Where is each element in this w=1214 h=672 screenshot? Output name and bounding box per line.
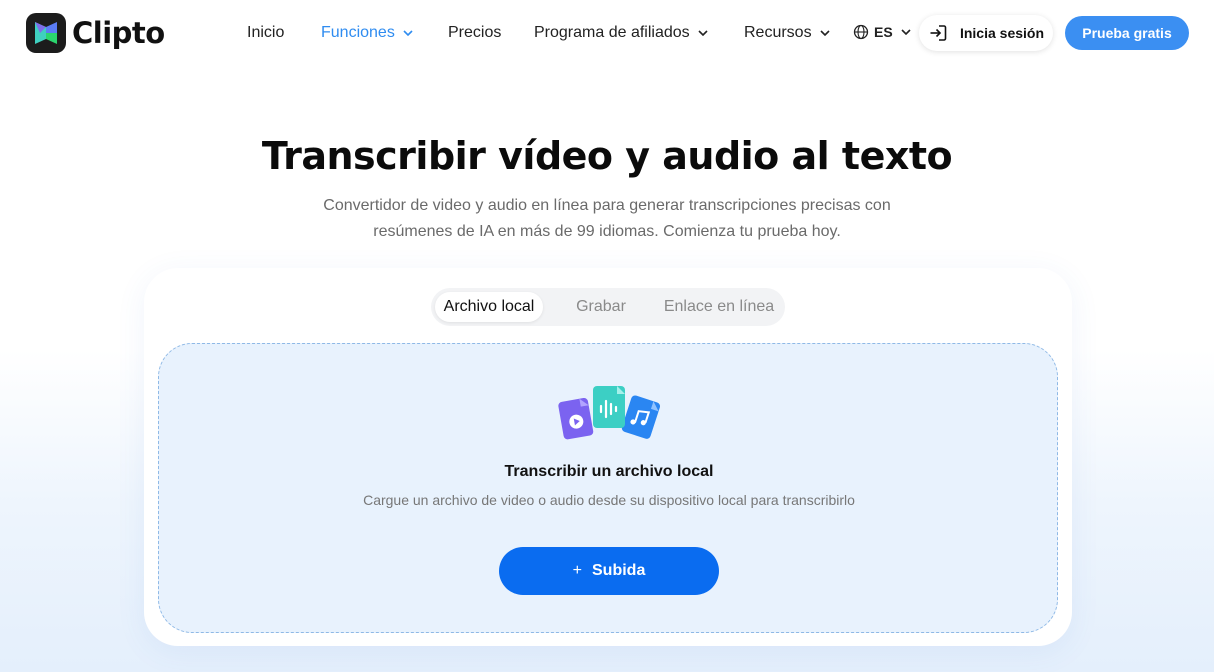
upload-label: Subida	[592, 562, 646, 579]
nav-item-label: Programa de afiliados	[534, 24, 690, 41]
logo[interactable]: Clipto	[26, 13, 165, 53]
page-subtitle: Convertidor de video y audio en línea pa…	[307, 193, 907, 245]
free-trial-label: Prueba gratis	[1082, 25, 1172, 41]
video-file-icon	[558, 397, 594, 440]
source-tabs: Archivo local Grabar Enlace en línea	[431, 288, 785, 326]
dropzone-title: Transcribir un archivo local	[504, 463, 714, 480]
globe-icon	[853, 24, 869, 40]
chevron-down-icon	[820, 30, 830, 36]
language-code: ES	[874, 24, 893, 40]
tab-archivo-local[interactable]: Archivo local	[435, 292, 543, 322]
nav-item-inicio[interactable]: Inicio	[247, 24, 284, 42]
chevron-down-icon	[901, 29, 911, 35]
logo-mark-icon	[26, 13, 66, 53]
chevron-down-icon	[698, 30, 708, 36]
chevron-down-icon	[403, 30, 413, 36]
language-selector[interactable]: ES	[853, 24, 911, 40]
nav-item-afiliados[interactable]: Programa de afiliados	[534, 24, 708, 42]
upload-button[interactable]: + Subida	[499, 547, 719, 595]
tab-grabar[interactable]: Grabar	[561, 292, 641, 322]
nav-item-label: Recursos	[744, 24, 812, 41]
login-button[interactable]: Inicia sesión	[919, 15, 1053, 51]
transcribe-card: Archivo local Grabar Enlace en línea Tra…	[144, 268, 1072, 646]
file-dropzone[interactable]: Transcribir un archivo local Cargue un a…	[158, 343, 1058, 633]
free-trial-button[interactable]: Prueba gratis	[1065, 16, 1189, 50]
nav-item-label: Funciones	[321, 24, 395, 41]
top-navigation: Clipto Inicio Funciones Precios Programa…	[0, 0, 1214, 66]
media-files-illustration	[558, 386, 660, 440]
subtitle-line: resúmenes de IA en más de 99 idiomas. Co…	[373, 223, 841, 240]
nav-item-funciones[interactable]: Funciones	[321, 24, 413, 42]
page-title: Transcribir vídeo y audio al texto	[261, 134, 953, 178]
login-icon	[930, 25, 947, 41]
audio-file-icon	[593, 386, 625, 428]
subtitle-line: Convertidor de video y audio en línea pa…	[323, 197, 891, 214]
dropzone-description: Cargue un archivo de video o audio desde…	[363, 492, 855, 508]
tab-enlace-en-linea[interactable]: Enlace en línea	[657, 292, 781, 322]
nav-item-recursos[interactable]: Recursos	[744, 24, 830, 42]
music-file-icon	[621, 395, 660, 439]
brand-name: Clipto	[72, 16, 165, 50]
nav-item-precios[interactable]: Precios	[448, 24, 501, 42]
nav-item-label: Inicio	[247, 24, 285, 41]
login-label: Inicia sesión	[959, 25, 1045, 41]
plus-icon: +	[572, 562, 582, 579]
nav-item-label: Precios	[448, 24, 502, 41]
